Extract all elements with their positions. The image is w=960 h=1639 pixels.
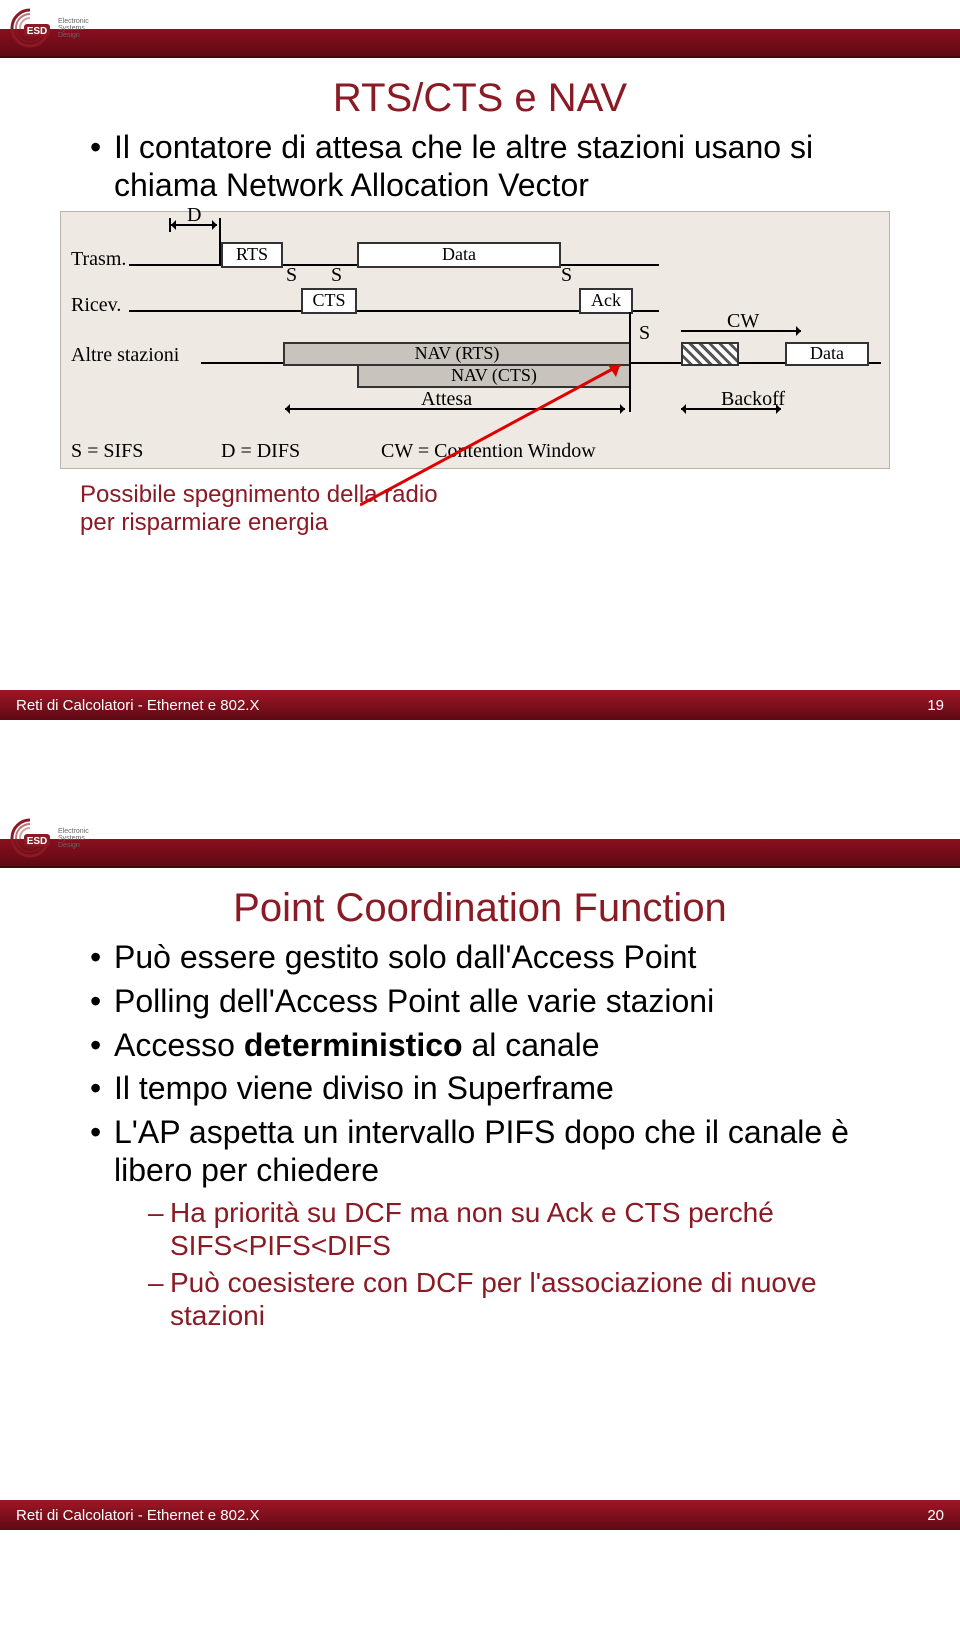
- footer-page: 20: [927, 1507, 944, 1524]
- label-s4: S: [639, 322, 650, 345]
- slide-header: ESD Electronic Systems Design: [0, 0, 960, 58]
- slide-1: ESD Electronic Systems Design RTS/CTS e …: [0, 0, 960, 720]
- brand-sub3: Design: [58, 842, 89, 849]
- box-data2: Data: [785, 342, 869, 366]
- bullet-item: Può essere gestito solo dall'Access Poin…: [90, 939, 900, 977]
- slide-title: RTS/CTS e NAV: [0, 76, 960, 121]
- svg-text:ESD: ESD: [27, 26, 48, 37]
- bullet-item: L'AP aspetta un intervallo PIFS dopo che…: [90, 1114, 900, 1332]
- bullet-item: Il tempo viene diviso in Superframe: [90, 1070, 900, 1108]
- box-ack: Ack: [579, 288, 633, 314]
- sub-bullet-item: Può coesistere con DCF per l'associazion…: [148, 1266, 900, 1332]
- bullet-item: Accesso deterministico al canale: [90, 1027, 900, 1065]
- brand-text: Electronic Systems Design: [58, 18, 89, 39]
- slide-2: ESD Electronic Systems Design Point Coor…: [0, 810, 960, 1530]
- label-cw: CW: [727, 310, 759, 333]
- bullet-list: Il contatore di attesa che le altre staz…: [90, 129, 900, 205]
- logo-arc-icon: ESD: [8, 6, 52, 50]
- legend-s: S = SIFS: [71, 440, 143, 463]
- svg-text:ESD: ESD: [27, 836, 48, 847]
- box-rts: RTS: [221, 242, 283, 268]
- label-altre: Altre stazioni: [71, 344, 179, 367]
- label-d: D: [187, 204, 201, 227]
- brand-sub3: Design: [58, 32, 89, 39]
- footer-page: 19: [927, 697, 944, 714]
- brand-text: Electronic Systems Design: [58, 828, 89, 849]
- footer-left: Reti di Calcolatori - Ethernet e 802.X: [16, 697, 259, 714]
- logo: ESD Electronic Systems Design: [8, 6, 89, 50]
- box-data: Data: [357, 242, 561, 268]
- red-arrow-icon: [360, 355, 720, 535]
- bullet-item: Il contatore di attesa che le altre staz…: [90, 129, 900, 205]
- bullet-list: Può essere gestito solo dall'Access Poin…: [90, 939, 900, 1332]
- bullet-item: Polling dell'Access Point alle varie sta…: [90, 983, 900, 1021]
- slide-footer: Reti di Calcolatori - Ethernet e 802.X 2…: [0, 1500, 960, 1530]
- slide-title: Point Coordination Function: [0, 886, 960, 931]
- brand-sub1: Electronic: [58, 18, 89, 25]
- sub-bullet-item: Ha priorità su DCF ma non su Ack e CTS p…: [148, 1196, 900, 1262]
- brand-sub1: Electronic: [58, 828, 89, 835]
- caption-line2: per risparmiare energia: [80, 509, 328, 537]
- legend-d: D = DIFS: [221, 440, 300, 463]
- slide-header: ESD Electronic Systems Design: [0, 810, 960, 868]
- footer-left: Reti di Calcolatori - Ethernet e 802.X: [16, 1507, 259, 1524]
- label-trasm: Trasm.: [71, 248, 126, 271]
- logo-arc-icon: ESD: [8, 816, 52, 860]
- label-s2: S: [331, 264, 342, 287]
- label-s3: S: [561, 264, 572, 287]
- label-ricev: Ricev.: [71, 294, 121, 317]
- brand-sub2: Systems: [58, 25, 89, 32]
- brand-sub2: Systems: [58, 835, 89, 842]
- box-cts: CTS: [301, 288, 357, 314]
- timing-diagram: Trasm. Ricev. Altre stazioni D RTS S S D…: [60, 211, 900, 551]
- slide-footer: Reti di Calcolatori - Ethernet e 802.X 1…: [0, 690, 960, 720]
- logo: ESD Electronic Systems Design: [8, 816, 89, 860]
- label-s1: S: [286, 264, 297, 287]
